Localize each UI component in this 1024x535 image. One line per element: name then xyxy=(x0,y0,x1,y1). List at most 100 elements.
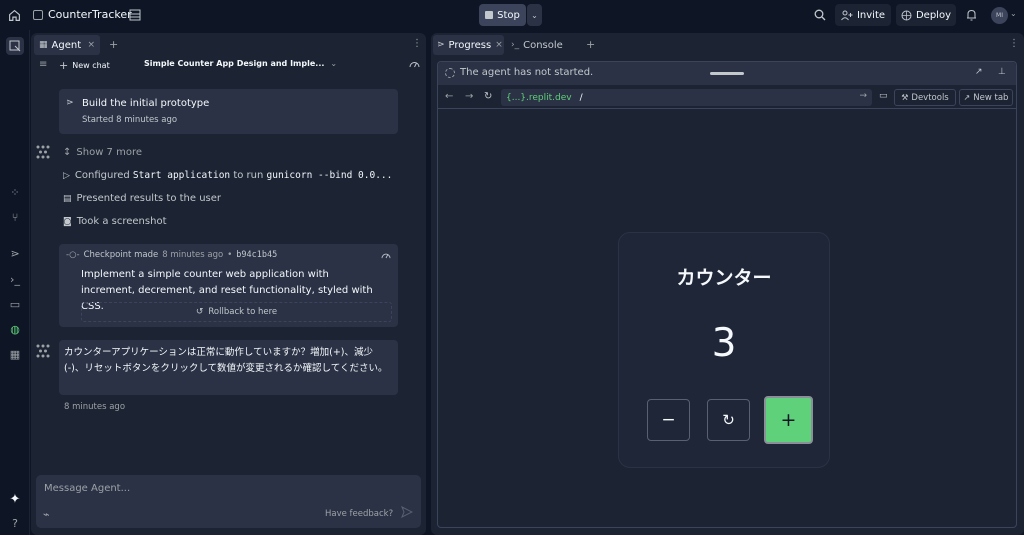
new-tab-icon[interactable]: + xyxy=(586,38,595,51)
step-configured: ▷ Configured Start application to run gu… xyxy=(63,170,392,181)
new-tab-icon[interactable]: + xyxy=(109,38,118,51)
console-tool-icon[interactable]: ›_ xyxy=(6,270,24,288)
output-panel: ⋗ Progress × ›_ Console + ⋮ The agent ha… xyxy=(431,33,1024,535)
close-icon[interactable]: × xyxy=(87,40,95,50)
apps-grid-icon[interactable]: ▦ xyxy=(6,345,24,363)
progress-icon: ⋗ xyxy=(437,40,445,50)
chat-title-select[interactable]: Simple Counter App Design and Imple... ⌄ xyxy=(144,59,337,68)
status-bar: The agent has not started. ↗ ⊥ xyxy=(438,62,1016,85)
chevron-down-icon: ⌄ xyxy=(531,10,538,20)
message-input-box[interactable]: Message Agent... ⌁ Have feedback? xyxy=(36,475,421,528)
paperclip-icon[interactable]: ⌁ xyxy=(43,508,50,521)
globe-icon[interactable]: ◍ xyxy=(6,320,24,338)
agent-message: カウンターアプリケーションは正常に動作していますか？増加(+)、減少(-)、リセ… xyxy=(59,340,398,395)
decrement-button[interactable]: − xyxy=(647,399,690,441)
devtools-label: Devtools xyxy=(911,92,949,103)
screen-icon[interactable]: ▭ xyxy=(879,91,888,101)
agent-panel: ▦ Agent × + ⋮ ≡ + New chat Simple Counte… xyxy=(31,33,426,535)
agent-tool-icon[interactable] xyxy=(6,37,24,55)
plan-icon: ⋗ xyxy=(66,98,74,108)
tab-progress-label: Progress xyxy=(448,39,492,51)
chevron-down-icon: ⌄ xyxy=(330,59,338,68)
counter-card: カウンター 3 − ↻ + xyxy=(618,232,830,468)
layout-icon[interactable] xyxy=(128,8,141,21)
stop-icon xyxy=(485,11,494,19)
deploy-label: Deploy xyxy=(915,9,951,21)
deploy-button[interactable]: Deploy xyxy=(896,4,956,26)
url-input[interactable]: {...}.replit.dev / → xyxy=(501,89,872,106)
avatar[interactable]: MI xyxy=(991,7,1008,24)
show-more-button[interactable]: ↕ Show 7 more xyxy=(63,147,142,158)
terminal-icon: ›_ xyxy=(511,40,520,50)
step-configured-code: Start application xyxy=(132,170,231,181)
wrench-icon: ⚒ xyxy=(901,93,909,102)
app-name[interactable]: CounterTracker xyxy=(48,8,132,21)
devtools-button[interactable]: ⚒ Devtools xyxy=(894,89,956,106)
rollback-button[interactable]: ↺ Rollback to here xyxy=(81,302,392,322)
sparkle-icon[interactable]: ✦ xyxy=(6,490,24,508)
agent-avatar-icon xyxy=(35,343,51,359)
counter-value: 3 xyxy=(711,321,737,366)
show-more-label: Show 7 more xyxy=(76,147,142,158)
url-path: / xyxy=(579,92,583,103)
tab-progress[interactable]: ⋗ Progress × xyxy=(433,35,504,55)
stop-button[interactable]: Stop xyxy=(479,4,526,26)
url-bar: ← → ↻ {...}.replit.dev / → ▭ ⚒ Devtools … xyxy=(438,86,1016,109)
new-chat-label: New chat xyxy=(72,61,110,70)
new-chat-button[interactable]: + New chat xyxy=(59,59,110,72)
step-presented: ▤ Presented results to the user xyxy=(63,193,221,204)
git-icon[interactable]: ⑂ xyxy=(6,208,24,226)
checkpoint-time: 8 minutes ago xyxy=(162,250,224,260)
home-icon[interactable] xyxy=(6,7,22,23)
help-icon[interactable]: ? xyxy=(6,514,24,532)
reset-button[interactable]: ↻ xyxy=(707,399,750,441)
new-tab-button[interactable]: ↗ New tab xyxy=(959,89,1013,106)
stop-dropdown-button[interactable]: ⌄ xyxy=(527,4,542,26)
reset-icon: ↻ xyxy=(722,411,735,429)
tool-rail: ⁘ ⑂ ⋗ ›_ ▭ ◍ ▦ ✦ ? xyxy=(0,30,30,535)
agent-tab[interactable]: ▦ Agent × xyxy=(34,35,100,55)
pin-icon[interactable]: ⊥ xyxy=(998,67,1006,77)
new-tab-label: New tab xyxy=(973,92,1009,103)
increment-button[interactable]: + xyxy=(764,396,813,444)
forward-icon[interactable]: → xyxy=(465,91,473,102)
plan-started: Started 8 minutes ago xyxy=(82,115,178,125)
message-input[interactable]: Message Agent... xyxy=(44,483,130,494)
step-presented-label: Presented results to the user xyxy=(76,193,222,204)
step-configured-mid: to run xyxy=(230,170,267,181)
drag-handle[interactable] xyxy=(710,72,744,75)
bell-icon[interactable] xyxy=(965,8,978,21)
checkpoint-label: Checkpoint made xyxy=(83,250,159,260)
back-icon[interactable]: ← xyxy=(445,91,453,102)
gauge-icon[interactable] xyxy=(409,59,420,68)
counter-title: カウンター xyxy=(676,267,772,289)
gauge-icon[interactable] xyxy=(381,251,391,259)
checkpoint-hash[interactable]: b94c1b45 xyxy=(236,250,277,260)
avatar-chevron-icon[interactable]: ⌄ xyxy=(1010,9,1017,18)
camera-icon: ◙ xyxy=(63,216,72,227)
panel-menu-icon[interactable]: ⋮ xyxy=(1009,38,1019,49)
feedback-link[interactable]: Have feedback? xyxy=(325,509,393,519)
play-icon: ▷ xyxy=(63,170,70,181)
chat-menu-icon[interactable]: ≡ xyxy=(39,59,47,70)
plan-card[interactable]: ⋗ Build the initial prototype Started 8 … xyxy=(59,89,398,134)
search-icon[interactable] xyxy=(813,8,827,22)
add-user-icon xyxy=(841,10,853,21)
panel-menu-icon[interactable]: ⋮ xyxy=(412,38,422,49)
close-icon[interactable]: × xyxy=(495,40,503,50)
status-text: The agent has not started. xyxy=(460,67,594,78)
stop-label: Stop xyxy=(497,9,520,21)
replit-logo-icon[interactable]: ⁘ xyxy=(6,183,24,201)
checkpoint-card: -○- Checkpoint made 8 minutes ago • b94c… xyxy=(59,244,398,327)
invite-button[interactable]: Invite xyxy=(835,4,891,26)
monitor-icon[interactable]: ▭ xyxy=(6,295,24,313)
go-icon[interactable]: → xyxy=(859,91,867,101)
send-icon[interactable] xyxy=(401,506,413,518)
external-link-icon[interactable]: ↗ xyxy=(975,67,983,77)
progress-tool-icon[interactable]: ⋗ xyxy=(6,244,24,262)
spinner-icon xyxy=(445,68,455,78)
message-time: 8 minutes ago xyxy=(64,402,126,412)
tab-console[interactable]: ›_ Console xyxy=(509,35,581,55)
invite-label: Invite xyxy=(856,9,886,21)
refresh-icon[interactable]: ↻ xyxy=(484,91,492,102)
